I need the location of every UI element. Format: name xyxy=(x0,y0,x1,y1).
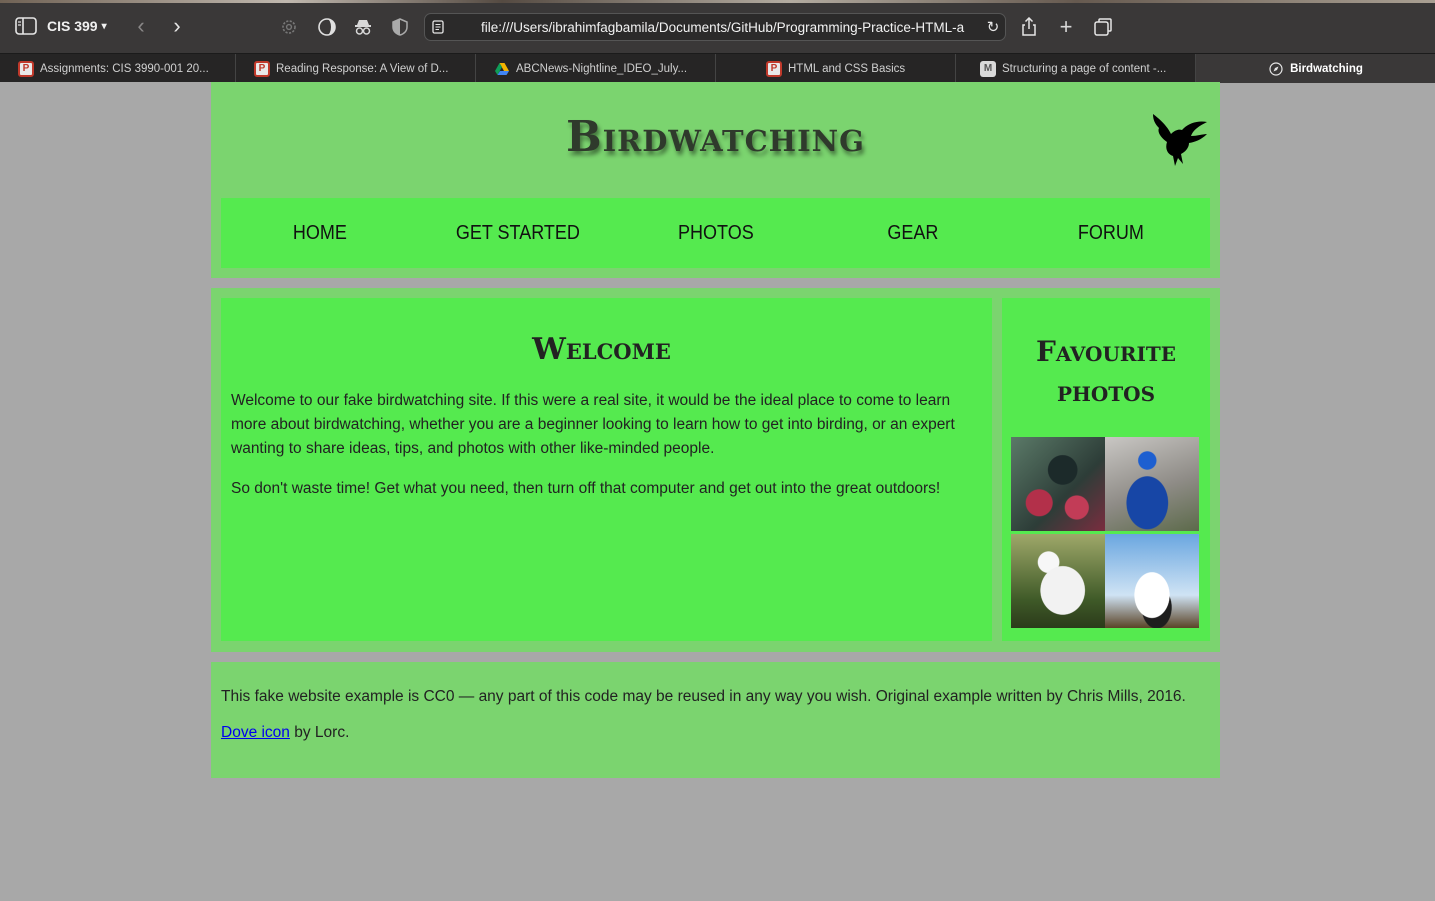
share-icon[interactable] xyxy=(1018,16,1040,38)
compass-icon xyxy=(1268,61,1284,77)
new-tab-plus-icon[interactable]: + xyxy=(1055,14,1077,39)
photo-grid xyxy=(1011,437,1199,628)
browser-tab[interactable]: P Assignments: CIS 3990-001 20... xyxy=(0,54,236,83)
tab-title: HTML and CSS Basics xyxy=(788,62,906,75)
browser-tab[interactable]: M Structuring a page of content -... xyxy=(956,54,1196,83)
tab-title: Birdwatching xyxy=(1290,62,1363,75)
page-content: Birdwatching HOME GET STARTED PHOTOS GEA… xyxy=(211,82,1220,778)
footer-license-text: This fake website example is CC0 — any p… xyxy=(221,688,1186,705)
ibis-photo xyxy=(1011,534,1105,628)
p-icon: P xyxy=(18,60,34,77)
nav-link-home[interactable]: HOME xyxy=(231,222,409,245)
dove-icon xyxy=(1151,112,1209,168)
tab-group-label: CIS 399 xyxy=(47,18,98,34)
welcome-paragraph: So don't waste time! Get what you need, … xyxy=(231,480,941,497)
welcome-article: Welcome Welcome to our fake birdwatching… xyxy=(221,298,992,641)
m-icon: M xyxy=(980,60,996,77)
footer-credit: Dove icon by Lorc. xyxy=(221,724,1210,742)
tab-overview-icon[interactable] xyxy=(1092,16,1114,38)
reader-page-icon[interactable] xyxy=(425,20,451,34)
browser-toolbar: CIS 399 ▾ ‹ › file:///Users/ibrahimfagba… xyxy=(0,0,1435,53)
sidebar-toggle-icon[interactable] xyxy=(14,16,38,36)
reload-icon[interactable]: ↻ xyxy=(981,18,1005,36)
tab-bar: P Assignments: CIS 3990-001 20... P Read… xyxy=(0,53,1435,83)
p-icon: P xyxy=(766,60,782,77)
browser-tab[interactable]: P Reading Response: A View of D... xyxy=(236,54,476,83)
peacock-photo xyxy=(1105,437,1199,531)
nav-link-gear[interactable]: GEAR xyxy=(824,222,1002,245)
tab-title: Assignments: CIS 3990-001 20... xyxy=(40,62,209,75)
nav-link-forum[interactable]: FORUM xyxy=(1022,222,1200,245)
browser-tab[interactable]: P HTML and CSS Basics xyxy=(716,54,956,83)
welcome-heading: Welcome xyxy=(532,332,671,367)
gear-icon[interactable] xyxy=(278,16,300,38)
site-header: Birdwatching HOME GET STARTED PHOTOS GEA… xyxy=(211,82,1220,278)
spy-extension-icon[interactable] xyxy=(352,16,374,38)
url-text[interactable]: file:///Users/ibrahimfagbamila/Documents… xyxy=(451,20,981,35)
tab-title: Reading Response: A View of D... xyxy=(276,62,449,75)
favourite-photos-heading: Favourite photos xyxy=(1035,335,1177,408)
back-arrow-icon[interactable]: ‹ xyxy=(130,13,152,38)
main-nav: HOME GET STARTED PHOTOS GEAR FORUM xyxy=(221,198,1210,268)
footer-credit-suffix: by Lorc. xyxy=(289,724,350,741)
nav-link-get-started[interactable]: GET STARTED xyxy=(429,222,607,245)
forward-arrow-icon[interactable]: › xyxy=(166,13,188,38)
stork-photo xyxy=(1105,534,1199,628)
main-section: Welcome Welcome to our fake birdwatching… xyxy=(211,288,1220,652)
address-bar[interactable]: file:///Users/ibrahimfagbamila/Documents… xyxy=(424,13,1006,41)
browser-tab[interactable]: ABCNews-Nightline_IDEO_July... xyxy=(476,54,716,83)
drive-icon xyxy=(494,61,510,77)
welcome-paragraph: Welcome to our fake birdwatching site. I… xyxy=(231,392,955,457)
chevron-down-icon: ▾ xyxy=(101,20,107,32)
p-icon: P xyxy=(254,60,270,77)
tab-title: ABCNews-Nightline_IDEO_July... xyxy=(516,62,688,75)
nav-link-photos[interactable]: PHOTOS xyxy=(626,222,804,245)
site-footer: This fake website example is CC0 — any p… xyxy=(211,662,1220,778)
dove-icon-link[interactable]: Dove icon xyxy=(221,724,290,741)
tui-bird-photo xyxy=(1011,437,1105,531)
dark-mode-extension-icon[interactable] xyxy=(316,16,338,38)
site-title: Birdwatching xyxy=(566,112,865,161)
browser-tab-active[interactable]: Birdwatching xyxy=(1196,54,1435,83)
shield-icon[interactable] xyxy=(389,16,411,38)
tab-title: Structuring a page of content -... xyxy=(1002,62,1167,75)
tab-group-selector[interactable]: CIS 399 ▾ xyxy=(47,16,107,36)
window-edge xyxy=(0,0,1435,3)
favourite-photos-aside: Favourite photos xyxy=(1002,298,1210,641)
